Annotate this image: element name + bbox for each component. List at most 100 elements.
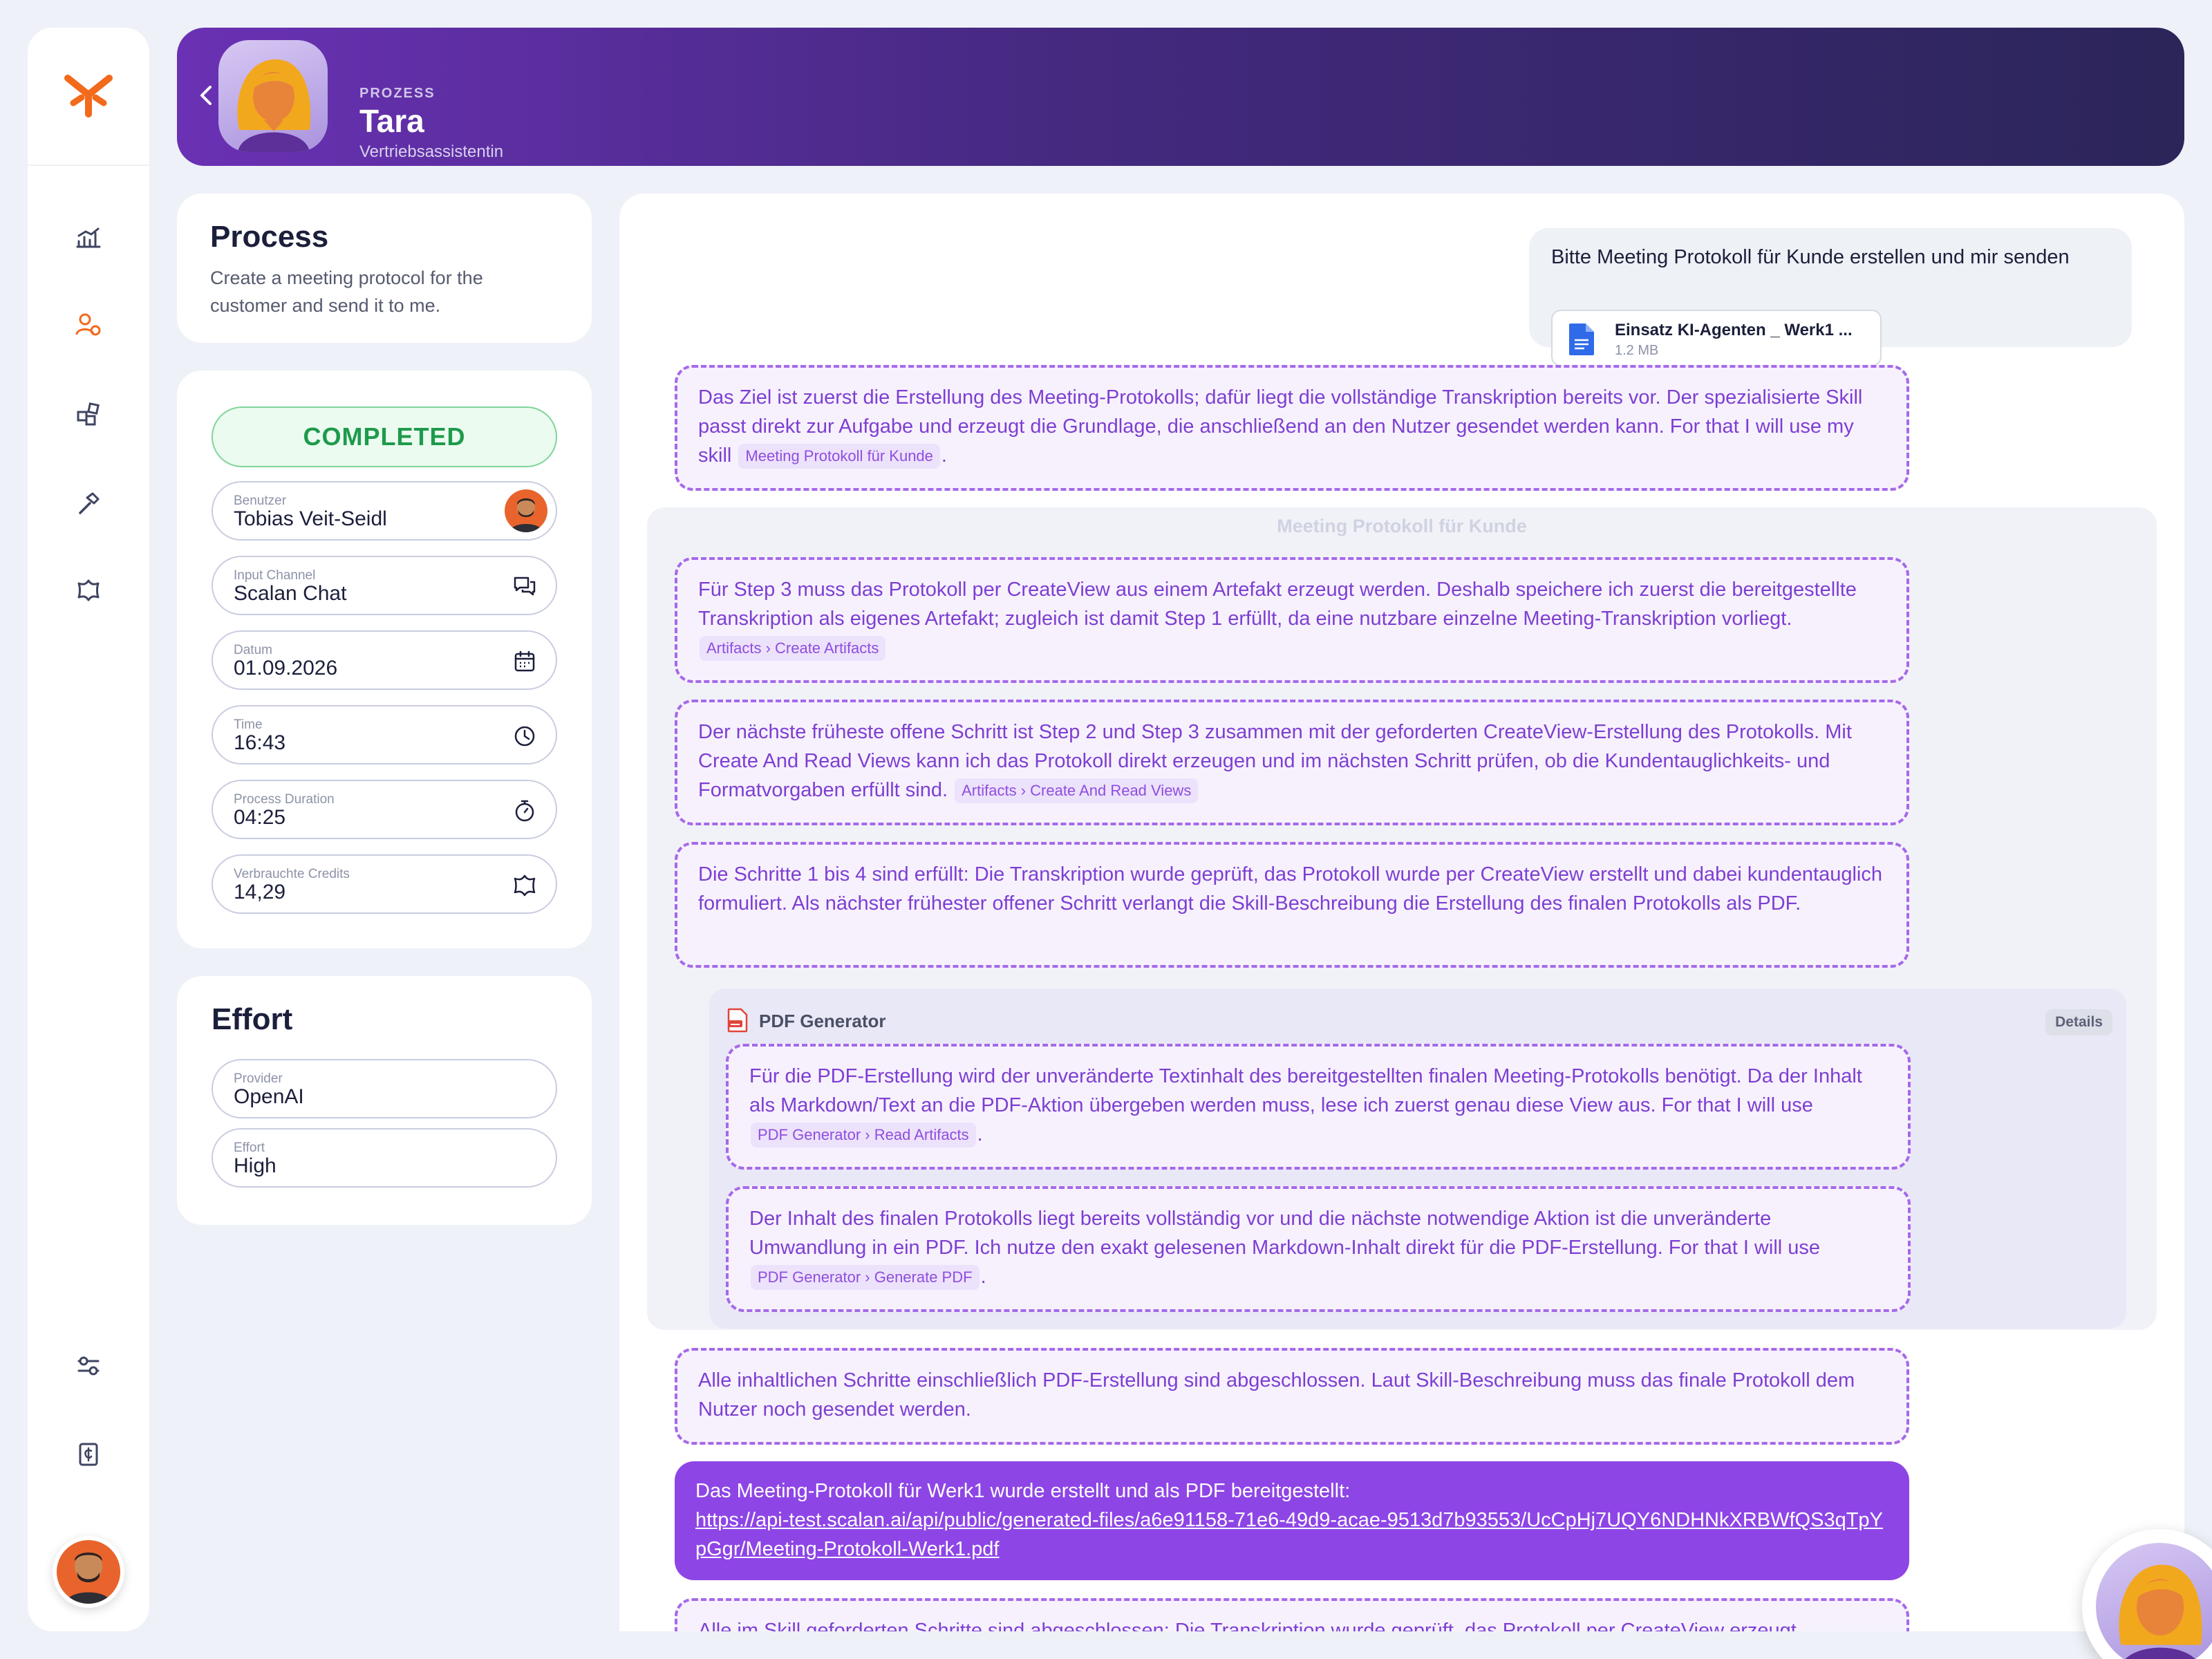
agent-portrait-icon [2119,1564,2202,1659]
attachment-name: Einsatz KI-Agenten _ Werk1 ... [1615,321,1853,339]
user-portrait-icon [65,1553,112,1604]
pdf-generator-title: PDF Generator [759,1011,886,1031]
credits-value: 14,29 [234,881,286,903]
effort-value: High [234,1154,276,1177]
thought-block-1: Das Ziel ist zuerst die Erstellung des M… [675,365,1909,491]
agent-name: Tara [359,103,424,139]
skill-run-title: Meeting Protokoll für Kunde [1277,516,1527,536]
input-channel-field: Input Channel Scalan Chat [212,556,557,615]
provider-value: OpenAI [234,1085,304,1108]
chat-bubbles-icon [514,577,536,596]
time-label: Time [234,718,263,732]
credits-label: Verbrauchte Credits [234,867,350,881]
modules-icon [77,402,100,426]
nav-tools[interactable] [28,476,149,531]
thought-2-text: Für Step 3 muss das Protokoll per Create… [698,579,1857,630]
chat-panel[interactable]: Bitte Meeting Protokoll für Kunde erstel… [619,194,2184,1631]
agent-role: Vertriebsassistentin [359,142,504,161]
app-logo[interactable] [28,28,149,166]
effort-title: Effort [212,1002,293,1036]
pdf-file-icon [727,1008,748,1033]
stopwatch-icon [515,800,534,822]
process-title: Process [210,220,329,254]
provider-label: Provider [234,1071,283,1086]
details-button[interactable]: Details [2045,1009,2112,1035]
provider-field: Provider OpenAI [212,1059,557,1118]
process-duration-value: 04:25 [234,806,286,829]
badge-icon [77,579,100,601]
attachment-chip[interactable]: Einsatz KI-Agenten _ Werk1 ... 1.2 MB [1551,310,1882,366]
thought-block-4: Die Schritte 1 bis 4 sind erfüllt: Die T… [675,842,1909,968]
nav-agents[interactable] [28,297,149,353]
back-chevron-icon[interactable] [192,82,220,109]
left-rail [28,28,149,1631]
credits-field: Verbrauchte Credits 14,29 [212,854,557,914]
badge-icon [514,874,536,897]
user-field-label: Benutzer [234,494,287,508]
floating-agent-avatar [2096,1543,2212,1659]
tool-tag-read-artifacts[interactable]: PDF Generator › Read Artifacts [751,1123,976,1148]
date-label: Datum [234,643,272,657]
thought-4-text: Die Schritte 1 bis 4 sind erfüllt: Die T… [698,863,1882,915]
thought-3-text: Der nächste früheste offene Schritt ist … [698,721,1852,801]
user-message-text: Bitte Meeting Protokoll für Kunde erstel… [1551,246,2070,268]
thought-block-5: Alle inhaltlichen Schritte einschließlic… [675,1348,1909,1445]
thought-1-end: . [941,444,947,467]
thought-block-6: Alle im Skill geforderten Schritte sind … [675,1598,1909,1631]
user-field-avatar [505,489,547,532]
nav-billing[interactable] [28,1427,149,1482]
process-card: Process Create a meeting protocol for th… [177,194,592,343]
status-card: COMPLETED Benutzer Tobias Veit-Seidl Inp… [177,371,592,948]
billing-icon [79,1443,98,1466]
process-description: Create a meeting protocol for the custom… [210,268,483,316]
pdf-thought-2-text: Der Inhalt des finalen Protokolls liegt … [749,1208,1821,1259]
thought-block-3: Der nächste früheste offene Schritt ist … [675,700,1909,825]
thought-5-text: Alle inhaltlichen Schritte einschließlic… [698,1369,1855,1421]
thought-6-text: Alle im Skill geforderten Schritte sind … [698,1620,1797,1631]
final-answer-text: Das Meeting-Protokoll für Werk1 wurde er… [695,1480,1351,1502]
tool-tag-create-read-views[interactable]: Artifacts › Create And Read Views [955,778,1199,804]
document-icon [1569,324,1594,355]
pdf-thought-1-text: Für die PDF-Erstellung wird der unveränd… [749,1065,1862,1116]
nav-settings[interactable] [28,1338,149,1394]
skill-tag[interactable]: Meeting Protokoll für Kunde [738,444,940,469]
process-duration-field: Process Duration 04:25 [212,780,557,839]
agents-icon [75,313,101,336]
final-answer-message: Das Meeting-Protokoll für Werk1 wurde er… [675,1461,1909,1580]
input-channel-label: Input Channel [234,568,316,583]
calendar-icon [514,650,535,672]
user-avatar[interactable] [53,1536,124,1608]
agent-portrait-icon [237,59,311,152]
effort-field: Effort High [212,1128,557,1188]
pdf-download-link[interactable]: https://api-test.scalan.ai/api/public/ge… [695,1506,1888,1564]
chart-icon [76,227,101,248]
input-channel-value: Scalan Chat [234,582,347,605]
nav-credits[interactable] [28,563,149,618]
pdf-thought-2-end: . [980,1266,986,1288]
attachment-size: 1.2 MB [1615,343,1659,358]
process-duration-label: Process Duration [234,792,335,807]
time-field: Time 16:43 [212,705,557,765]
clock-icon [514,726,535,747]
time-value: 16:43 [234,731,286,754]
user-message: Bitte Meeting Protokoll für Kunde erstel… [1529,228,2132,366]
date-value: 01.09.2026 [234,657,338,679]
tool-tag-create-artifacts[interactable]: Artifacts › Create Artifacts [700,636,886,662]
effort-label: Effort [234,1141,265,1155]
pdf-thought-1-end: . [977,1123,983,1145]
nav-analytics[interactable] [28,210,149,265]
person-portrait-icon [509,498,543,532]
pdf-thought-block-1: Für die PDF-Erstellung wird der unveränd… [726,1044,1911,1170]
header-kicker: PROZESS [359,86,435,101]
tool-tag-generate-pdf[interactable]: PDF Generator › Generate PDF [751,1265,980,1291]
agent-header: PROZESS Tara Vertriebsassistentin [177,28,2184,166]
sliders-icon [77,1356,100,1376]
date-field: Datum 01.09.2026 [212,630,557,690]
user-field-value: Tobias Veit-Seidl [234,507,387,530]
user-field: Benutzer Tobias Veit-Seidl [212,481,557,541]
effort-card: Effort Provider OpenAI Effort High [177,976,592,1225]
status-badge: COMPLETED [212,406,557,467]
logo-icon [64,75,113,118]
thought-block-2: Für Step 3 muss das Protokoll per Create… [675,557,1909,683]
nav-modules[interactable] [28,387,149,442]
